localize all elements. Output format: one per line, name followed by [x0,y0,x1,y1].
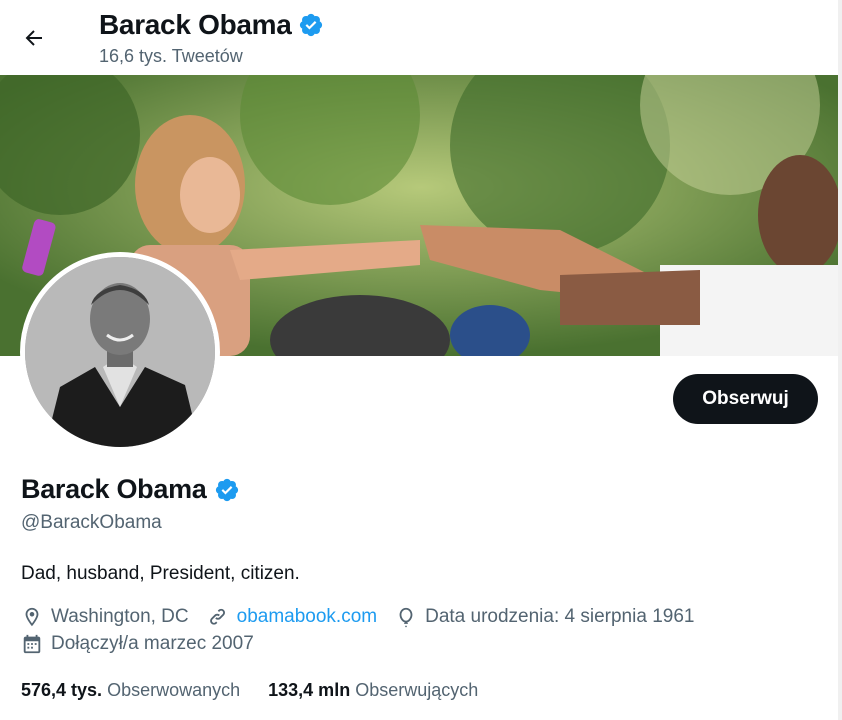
location-text: Washington, DC [51,606,189,627]
followers-stat[interactable]: 133,4 mln Obserwujących [268,680,478,701]
followers-label: Obserwujących [355,680,479,700]
website-item: obamabook.com [207,606,377,628]
joined-text: Dołączył/a marzec 2007 [51,633,254,654]
verified-badge-icon[interactable] [214,477,240,503]
scrollbar[interactable] [838,0,842,720]
website-link[interactable]: obamabook.com [237,606,377,628]
tweet-count: 16,6 tys. Tweetów [99,46,243,66]
avatar-photo [25,257,215,447]
profile-meta-row: Washington, DC obamabook.com Data urodze… [21,606,712,628]
profile-name-row: Barack Obama [21,474,240,505]
verified-badge-icon [299,13,322,37]
birthday-text: Data urodzenia: 4 sierpnia 1961 [425,606,695,627]
calendar-icon [23,634,41,654]
profile-display-name: Barack Obama [21,474,207,504]
profile-handle: @BarackObama [21,512,162,533]
follow-button[interactable]: Obserwuj [673,374,818,424]
location-icon [25,607,39,627]
profile-bio: Dad, husband, President, citizen. [21,563,300,584]
following-stat[interactable]: 576,4 tys. Obserwowanych [21,680,240,701]
profile-stats: 576,4 tys. Obserwowanych 133,4 mln Obser… [21,680,506,701]
back-button[interactable] [14,18,54,58]
header-title: Barack Obama [99,9,324,41]
following-count: 576,4 tys. [21,680,103,700]
followers-count: 133,4 mln [268,680,351,700]
following-label: Obserwowanych [107,680,241,700]
profile-meta-row-2: Dołączył/a marzec 2007 [21,633,272,655]
balloon-icon [399,607,413,628]
header-display-name: Barack Obama [99,9,292,40]
profile-avatar[interactable] [20,252,220,452]
location-item: Washington, DC [21,606,189,628]
back-arrow-icon [25,30,42,46]
profile-header: Barack Obama 16,6 tys. Tweetów [0,0,842,75]
link-icon [209,608,225,625]
joined-item: Dołączył/a marzec 2007 [21,633,254,655]
birthday-item: Data urodzenia: 4 sierpnia 1961 [395,606,694,628]
